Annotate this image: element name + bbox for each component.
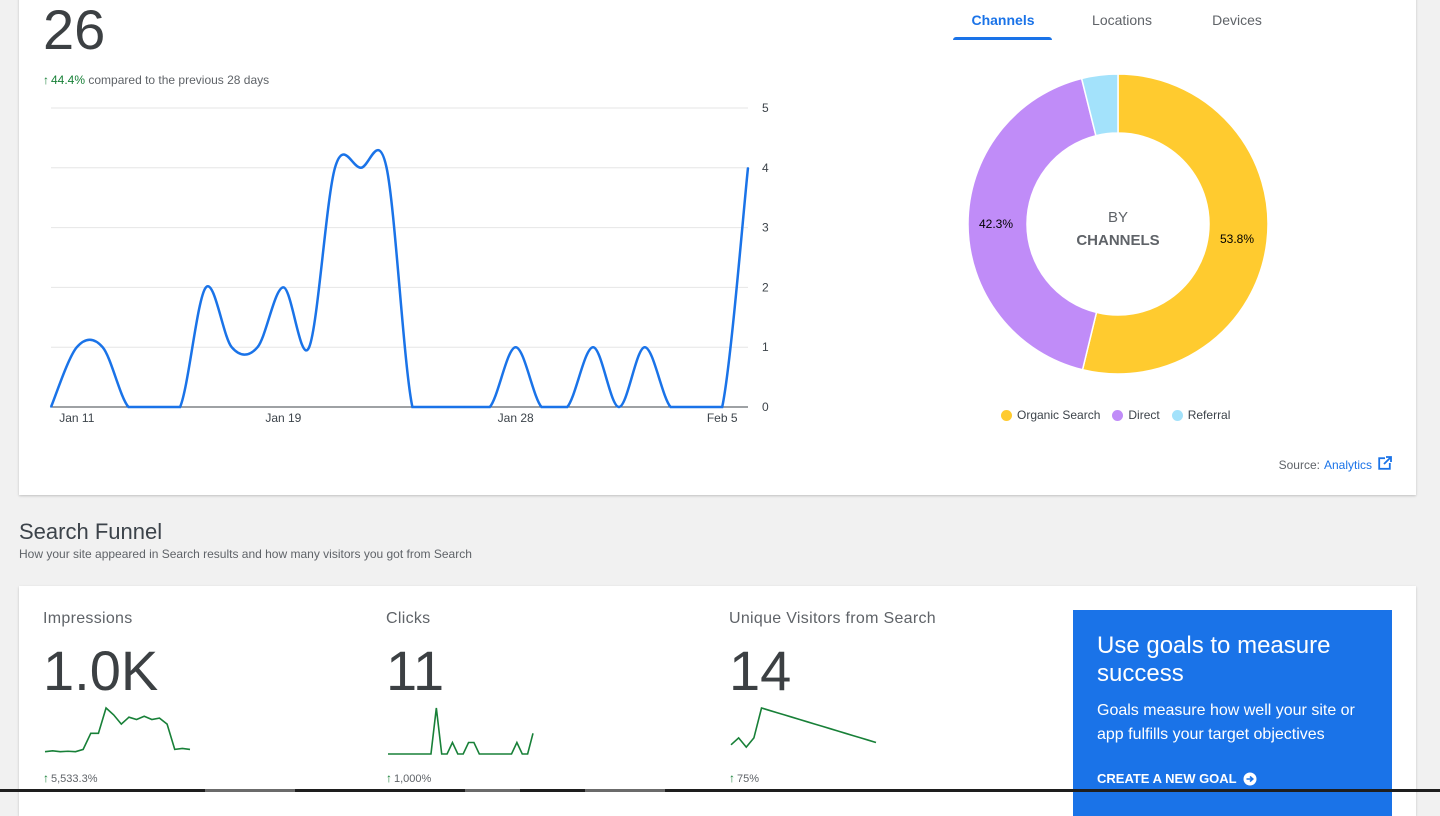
channels-donut-chart: BY CHANNELS 53.8% 42.3% [967, 73, 1269, 375]
x-tick-label: Jan 19 [265, 411, 301, 425]
sparkline-path [388, 707, 534, 755]
sparkline [730, 706, 877, 749]
arrow-circle-right-icon [1243, 772, 1257, 785]
x-tick-label: Jan 28 [498, 411, 534, 425]
metric-label: Clicks [386, 610, 431, 627]
analytics-link[interactable]: Analytics [1324, 458, 1372, 472]
source-prefix: Source: [1278, 457, 1320, 472]
goals-description: Goals measure how well your site or app … [1097, 702, 1355, 743]
section-subtitle: How your site appeared in Search results… [19, 547, 472, 561]
external-link-icon[interactable] [1378, 456, 1392, 473]
goals-promo: Use goals to measure success Goals measu… [1073, 610, 1392, 816]
slice-label-direct: 42.3% [979, 217, 1013, 231]
legend-dot [1001, 409, 1012, 421]
section-title: Search Funnel [19, 519, 163, 544]
donut-center-line1: BY [1108, 209, 1128, 226]
metric-label: Impressions [43, 610, 133, 627]
legend-label: Referral [1187, 408, 1231, 422]
arrow-up-icon: ↑ [729, 771, 735, 785]
metric-change: ↑ 1,000% [386, 771, 431, 785]
legend-label: Organic Search [1017, 408, 1101, 422]
metric-label: Unique Visitors from Search [729, 610, 936, 627]
donut-legend: Organic Search Direct Referral [1001, 408, 1242, 422]
goals-title: Use goals to measure success [1097, 632, 1331, 687]
metric-change: ↑ 75% [729, 771, 759, 785]
sparkline-path [730, 706, 877, 749]
metric-change-value: 5,533.3% [51, 773, 98, 785]
x-tick-label: Feb 5 [707, 411, 738, 425]
metric-value: 11 [386, 639, 445, 702]
arrow-up-icon: ↑ [386, 771, 392, 785]
donut-center-line2: CHANNELS [1076, 232, 1159, 249]
metric-change: ↑ 5,533.3% [43, 771, 97, 785]
legend-dot [1112, 409, 1124, 421]
metric-value: 14 [729, 639, 792, 702]
legend-dot [1171, 409, 1183, 421]
create-goal-label: CREATE A NEW GOAL [1097, 771, 1237, 786]
legend-item-organic[interactable]: Organic Search [1001, 408, 1100, 422]
legend-item-direct[interactable]: Direct [1112, 408, 1160, 422]
create-goal-button[interactable]: CREATE A NEW GOAL [1097, 771, 1257, 786]
x-tick-label: Jan 11 [59, 411, 94, 425]
legend-label: Direct [1128, 408, 1160, 422]
sparkline-path [44, 706, 191, 753]
slice-label-organic: 53.8% [1220, 232, 1254, 246]
overview-card: 26 ↑ 44.4% compared to the previous 28 da… [19, 0, 1416, 495]
search-funnel-card: Impressions 1.0K ↑ 5,533.3% Clicks 11 ↑ 1,… [19, 586, 1416, 816]
sparkline [44, 706, 191, 753]
arrow-up-icon: ↑ [43, 771, 49, 785]
source-line: Source: Analytics [1279, 456, 1392, 473]
metric-change-value: 1,000% [394, 773, 432, 785]
metric-change-value: 75% [737, 773, 760, 785]
legend-item-referral[interactable]: Referral [1171, 408, 1231, 422]
metric-value: 1.0K [43, 639, 159, 702]
sparkline [388, 707, 534, 755]
